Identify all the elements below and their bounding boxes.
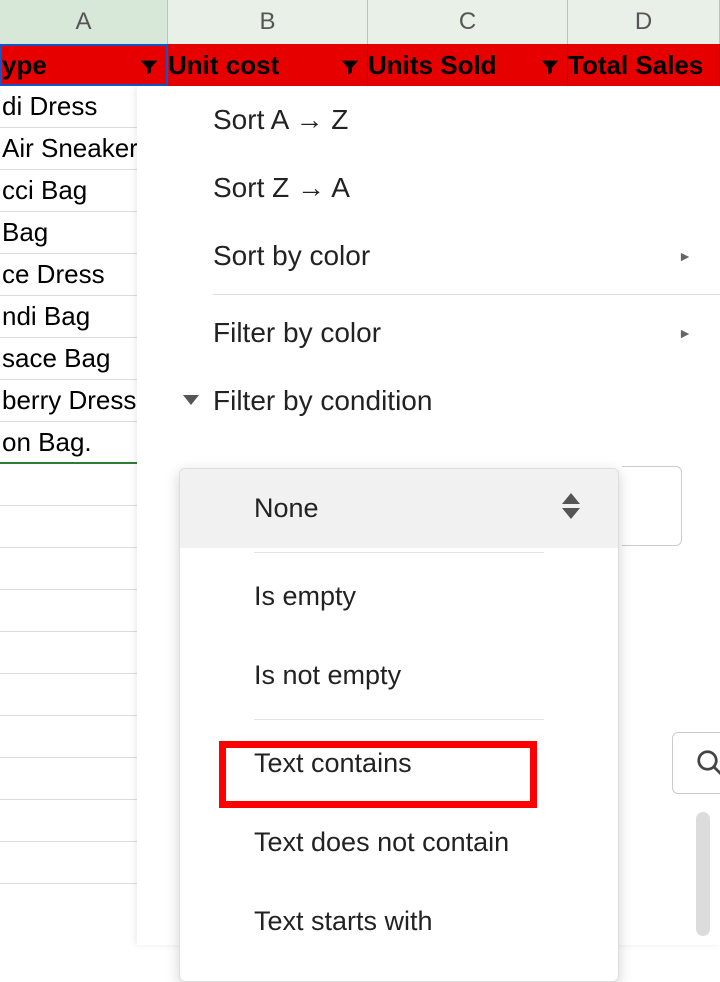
header-label: Unit cost xyxy=(168,50,339,81)
header-label: ype xyxy=(2,50,138,81)
condition-none[interactable]: None xyxy=(180,469,618,548)
search-icon xyxy=(695,748,720,778)
condition-text-contains[interactable]: Text contains xyxy=(180,724,618,803)
header-cell-units-sold[interactable]: Units Sold xyxy=(368,44,568,86)
filter-menu: Sort A → Z Sort Z → A Sort by color Filt… xyxy=(137,86,720,945)
filter-icon[interactable] xyxy=(539,54,561,76)
divider xyxy=(213,294,720,295)
col-letter-d[interactable]: D xyxy=(568,0,720,44)
filter-icon[interactable] xyxy=(138,54,160,76)
condition-is-not-empty[interactable]: Is not empty xyxy=(180,636,618,715)
table-header-row: ype Unit cost Units Sold Total Sales xyxy=(0,44,720,86)
condition-label: None xyxy=(254,493,319,523)
sort-arrows-icon[interactable] xyxy=(562,485,586,527)
condition-is-empty[interactable]: Is empty xyxy=(180,557,618,636)
col-letter-c[interactable]: C xyxy=(368,0,568,44)
divider xyxy=(254,552,544,553)
condition-text-not-contain[interactable]: Text does not contain xyxy=(180,803,618,882)
condition-text-starts[interactable]: Text starts with xyxy=(180,882,618,961)
selector-border xyxy=(622,466,682,546)
col-letter-a[interactable]: A xyxy=(0,0,168,44)
sort-by-color[interactable]: Sort by color xyxy=(137,222,720,290)
divider xyxy=(254,719,544,720)
sort-za[interactable]: Sort Z → A xyxy=(137,154,720,222)
filter-by-condition[interactable]: Filter by condition xyxy=(137,367,720,427)
scrollbar-thumb[interactable] xyxy=(696,812,710,936)
column-letters-row: A B C D xyxy=(0,0,720,44)
header-cell-type[interactable]: ype xyxy=(0,44,168,86)
col-letter-b[interactable]: B xyxy=(168,0,368,44)
filter-condition-label: Filter by condition xyxy=(213,385,432,416)
filter-by-color[interactable]: Filter by color xyxy=(137,299,720,367)
sort-az[interactable]: Sort A → Z xyxy=(137,86,720,154)
header-cell-total-sales[interactable]: Total Sales xyxy=(568,44,720,86)
search-button[interactable] xyxy=(672,732,720,794)
header-label: Total Sales xyxy=(568,50,713,81)
chevron-down-icon xyxy=(183,395,199,405)
filter-icon[interactable] xyxy=(339,54,361,76)
header-label: Units Sold xyxy=(368,50,539,81)
header-cell-unit-cost[interactable]: Unit cost xyxy=(168,44,368,86)
condition-dropdown: None Is empty Is not empty Text contains… xyxy=(179,468,619,982)
